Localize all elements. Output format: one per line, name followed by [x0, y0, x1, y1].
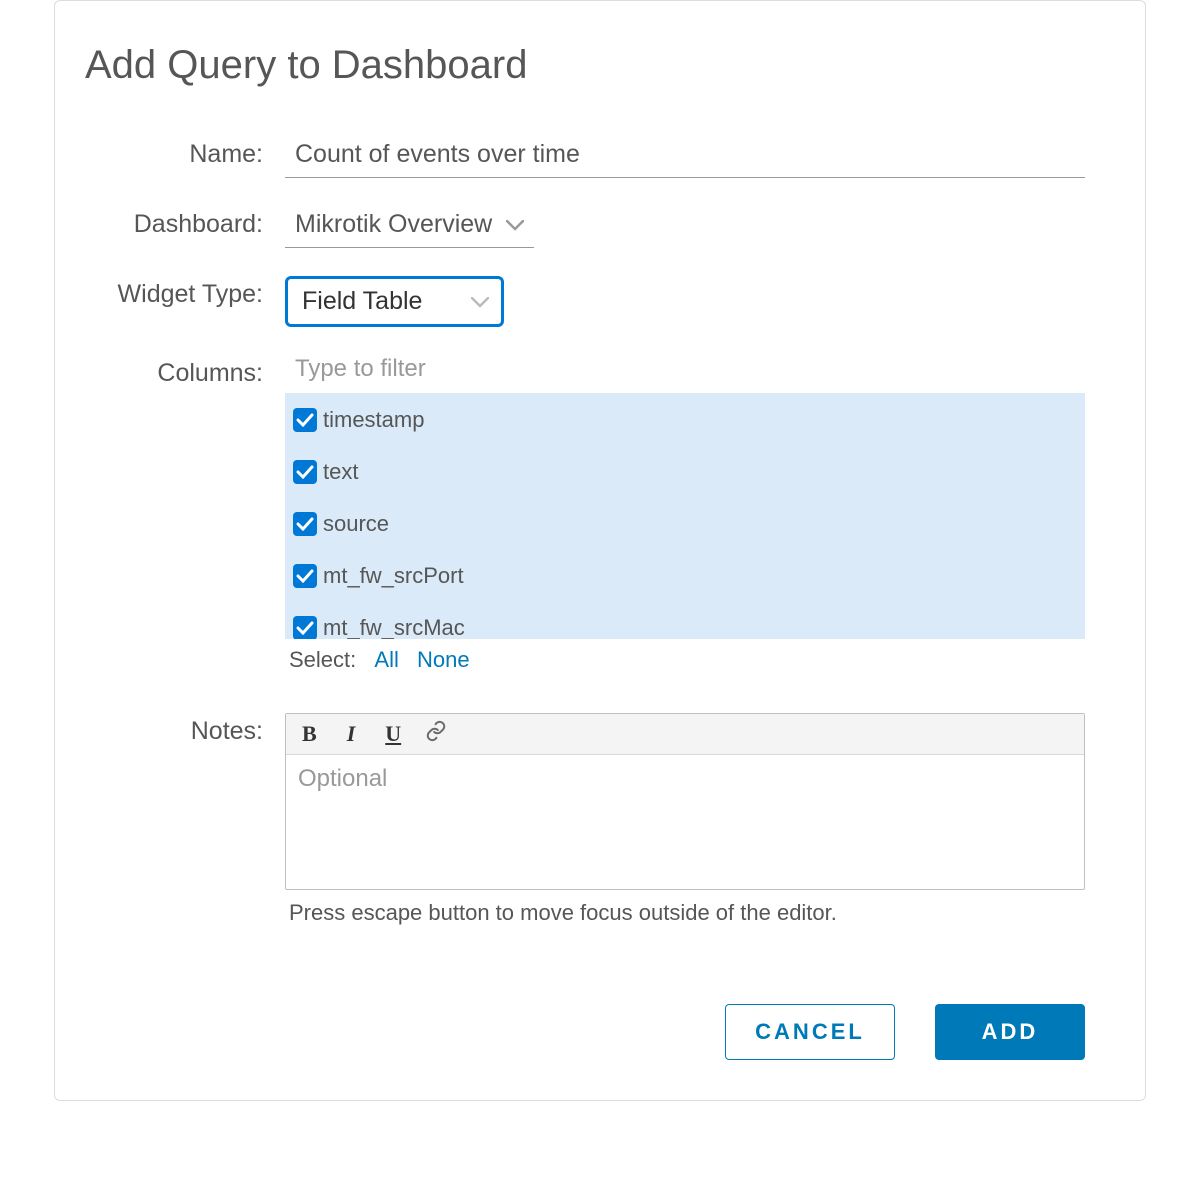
column-item[interactable]: text [293, 455, 1079, 507]
checkbox-checked-icon[interactable] [293, 564, 317, 588]
label-widget-type: Widget Type: [85, 276, 285, 309]
column-item[interactable]: timestamp [293, 403, 1079, 455]
add-query-dialog: Add Query to Dashboard Name: Dashboard: … [54, 0, 1146, 1101]
checkbox-checked-icon[interactable] [293, 408, 317, 432]
link-icon[interactable] [425, 720, 447, 748]
dialog-footer: CANCEL ADD [85, 1004, 1085, 1060]
select-none-link[interactable]: None [417, 647, 470, 672]
underline-button[interactable]: U [379, 721, 407, 747]
column-item[interactable]: mt_fw_srcMac [293, 611, 1079, 639]
italic-button[interactable]: I [341, 721, 362, 747]
checkbox-checked-icon[interactable] [293, 460, 317, 484]
notes-toolbar: B I U [286, 714, 1084, 755]
columns-list[interactable]: timestamp text source mt_fw_srcPort mt_f… [285, 393, 1085, 639]
widget-type-value: Field Table [302, 287, 422, 316]
row-notes: Notes: B I U Optional Press escape butto… [85, 713, 1085, 926]
column-label: timestamp [323, 407, 424, 433]
row-columns: Columns: timestamp text source mt_ [85, 355, 1085, 673]
chevron-down-icon [471, 287, 489, 316]
select-label: Select: [289, 647, 356, 672]
notes-editor: B I U Optional [285, 713, 1085, 890]
row-name: Name: [85, 136, 1085, 178]
checkbox-checked-icon[interactable] [293, 616, 317, 639]
label-dashboard: Dashboard: [85, 206, 285, 239]
select-row: Select: All None [285, 639, 1085, 673]
notes-textarea[interactable]: Optional [286, 755, 1084, 889]
name-input[interactable] [285, 136, 1085, 178]
label-columns: Columns: [85, 355, 285, 388]
row-dashboard: Dashboard: Mikrotik Overview [85, 206, 1085, 248]
label-notes: Notes: [85, 713, 285, 746]
column-label: text [323, 459, 358, 485]
column-item[interactable]: source [293, 507, 1079, 559]
row-widget-type: Widget Type: Field Table [85, 276, 1085, 327]
add-button[interactable]: ADD [935, 1004, 1085, 1060]
cancel-button[interactable]: CANCEL [725, 1004, 895, 1060]
dialog-title: Add Query to Dashboard [85, 43, 1085, 88]
chevron-down-icon [506, 210, 524, 239]
column-label: source [323, 511, 389, 537]
bold-button[interactable]: B [296, 721, 323, 747]
columns-filter-input[interactable] [285, 355, 1085, 393]
label-name: Name: [85, 136, 285, 169]
checkbox-checked-icon[interactable] [293, 512, 317, 536]
column-item[interactable]: mt_fw_srcPort [293, 559, 1079, 611]
column-label: mt_fw_srcPort [323, 563, 464, 589]
dashboard-value: Mikrotik Overview [295, 210, 492, 239]
column-label: mt_fw_srcMac [323, 615, 465, 639]
widget-type-select[interactable]: Field Table [285, 276, 504, 327]
dashboard-select[interactable]: Mikrotik Overview [285, 206, 534, 248]
select-all-link[interactable]: All [374, 647, 398, 672]
notes-hint: Press escape button to move focus outsid… [285, 890, 1085, 926]
